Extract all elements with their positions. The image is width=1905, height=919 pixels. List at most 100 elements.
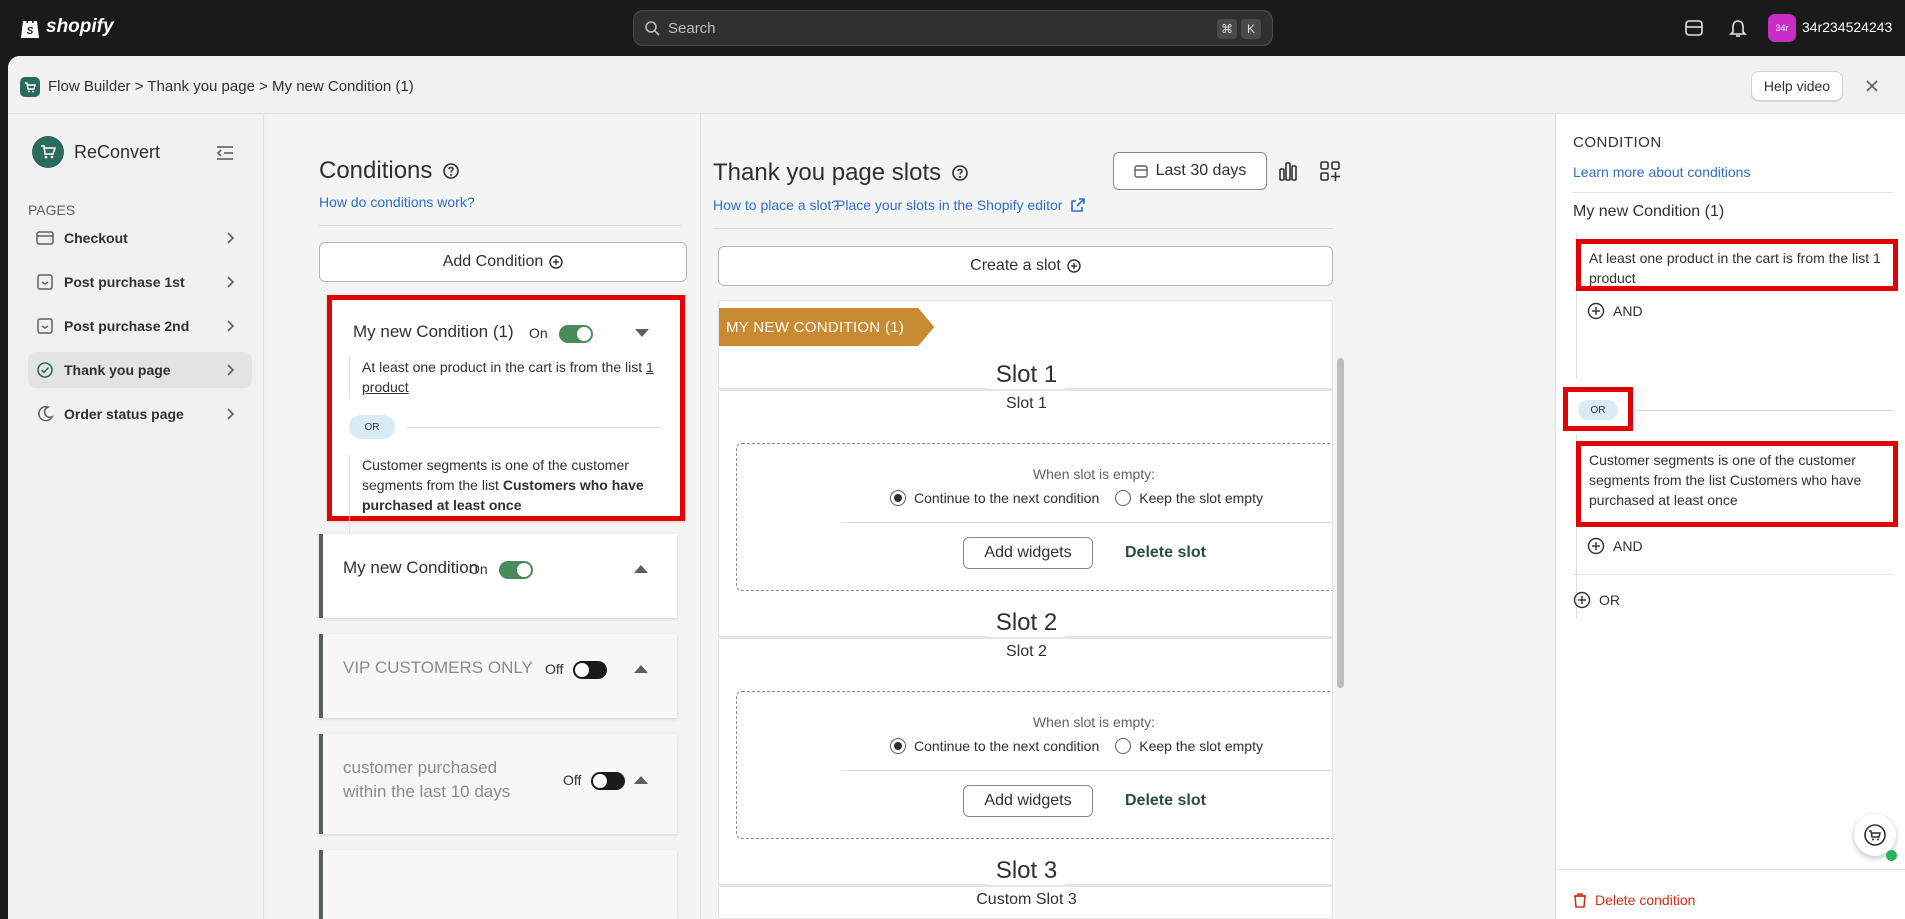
plus-circle-icon [1587, 302, 1605, 320]
toggle-knob [593, 774, 607, 788]
or-highlight: OR [1563, 387, 1633, 431]
search-input[interactable]: Search ⌘ K [633, 10, 1273, 46]
radio-keep-empty[interactable] [1115, 490, 1132, 506]
add-or-button[interactable]: OR [1573, 591, 1620, 609]
store-icon[interactable] [1683, 17, 1705, 39]
condition-card[interactable] [319, 850, 677, 919]
reconvert-logo-icon [32, 136, 64, 168]
sidebar: ReConvert PAGES Checkout Post purchase 1… [8, 114, 264, 919]
slots-scrollbar[interactable] [1337, 358, 1344, 688]
slot-subtitle: Slot 2 [1006, 643, 1047, 660]
delete-condition-button[interactable]: Delete condition [1573, 892, 1695, 908]
shopify-bag-icon: S [21, 17, 39, 38]
condition-toggle[interactable] [591, 772, 625, 790]
condition-state-label: On [529, 325, 548, 341]
condition-toggle[interactable] [559, 325, 593, 343]
add-widgets-button[interactable]: Add widgets [963, 537, 1093, 569]
divider [841, 770, 1332, 771]
empty-slot-options: Continue to the next condition Keep the … [890, 738, 1263, 754]
conditions-title-text: Conditions [319, 157, 433, 184]
question-circle-icon[interactable] [442, 162, 460, 180]
toggle-knob [517, 563, 531, 577]
cart-icon [1864, 824, 1886, 846]
add-and-button[interactable]: AND [1587, 537, 1643, 555]
slot-name: Slot 2 [987, 609, 1066, 637]
and-label: AND [1613, 303, 1643, 319]
slots-canvas: MY NEW CONDITION (1) Slot 1 Slot 1 When … [718, 300, 1333, 919]
create-slot-button[interactable]: Create a slot [718, 246, 1333, 286]
sidebar-item-order-status-page[interactable]: Order status page [28, 396, 252, 432]
condition-rule-2: Customer segments is one of the customer… [349, 455, 659, 537]
grid-plus-icon [1320, 161, 1340, 181]
analytics-button[interactable] [1269, 152, 1307, 190]
slot-box: When slot is empty: Continue to the next… [736, 691, 1332, 839]
store-name[interactable]: 34r234524243 [1802, 19, 1892, 35]
condition-toggle[interactable] [499, 561, 533, 579]
sidebar-item-label: Thank you page [64, 362, 171, 378]
how-conditions-work-link[interactable]: How do conditions work? [319, 194, 475, 210]
collapse-sidebar-icon[interactable] [215, 144, 235, 162]
reconvert-app-icon [20, 77, 40, 97]
delete-condition-label: Delete condition [1595, 892, 1696, 908]
search-placeholder: Search [668, 19, 716, 37]
radio-keep-empty-label: Keep the slot empty [1139, 738, 1263, 754]
sidebar-item-post-purchase-1st[interactable]: Post purchase 1st [28, 264, 252, 300]
slot-header: Slot 1 Slot 1 [719, 361, 1332, 412]
divider [1556, 869, 1905, 870]
sidebar-item-checkout[interactable]: Checkout [28, 220, 252, 256]
date-range-button[interactable]: Last 30 days [1113, 152, 1267, 190]
help-video-button[interactable]: Help video [1751, 71, 1843, 101]
slot-name: Slot 1 [987, 361, 1066, 389]
app-frame: Flow Builder > Thank you page > My new C… [8, 56, 1905, 919]
delete-slot-button[interactable]: Delete slot [1125, 792, 1206, 810]
add-condition-button[interactable]: Add Condition [319, 242, 687, 282]
expand-arrow-icon[interactable] [634, 565, 648, 573]
avatar[interactable]: 34r [1768, 14, 1796, 42]
condition-toggle[interactable] [573, 661, 607, 679]
plus-circle-icon [1587, 537, 1605, 555]
radio-keep-empty[interactable] [1115, 738, 1132, 754]
delete-slot-button[interactable]: Delete slot [1125, 544, 1206, 562]
chevron-right-icon [227, 408, 235, 420]
online-status-dot [1886, 850, 1897, 861]
pages-section-label: PAGES [28, 202, 76, 218]
expand-arrow-icon[interactable] [634, 665, 648, 673]
condition-card[interactable]: customer purchased within the last 10 da… [319, 734, 677, 834]
radio-continue[interactable] [890, 490, 906, 506]
add-widgets-button[interactable]: Add widgets [963, 785, 1093, 817]
bar-chart-icon [1279, 162, 1297, 181]
add-condition-label: Add Condition [442, 253, 544, 270]
expand-arrow-icon[interactable] [634, 776, 648, 784]
add-block-button[interactable] [1311, 152, 1349, 190]
condition-card[interactable]: My new Condition On [319, 534, 677, 618]
radio-continue[interactable] [890, 738, 906, 754]
condition-card-selected[interactable]: My new Condition (1) On At least one pro… [327, 295, 685, 537]
condition-panel-title: CONDITION [1573, 134, 1662, 151]
calendar-icon [1133, 165, 1148, 178]
shopify-logo[interactable]: S shopify [20, 15, 114, 39]
moon-icon [38, 405, 54, 422]
condition-card-title: VIP CUSTOMERS ONLY [343, 658, 533, 677]
and-label: AND [1613, 538, 1643, 554]
bell-icon[interactable] [1727, 17, 1749, 39]
condition-rule-2[interactable]: Customer segments is one of the customer… [1576, 441, 1898, 527]
condition-card[interactable]: VIP CUSTOMERS ONLY Off [319, 634, 677, 718]
collapse-arrow-icon[interactable] [635, 329, 649, 337]
condition-card-title: My new Condition (1) [353, 322, 514, 341]
condition-rule-1[interactable]: At least one product in the cart is from… [1576, 239, 1898, 291]
slot-subtitle: Custom Slot 3 [976, 891, 1077, 908]
shopify-editor-link[interactable]: Place your slots in the Shopify editor [836, 197, 1086, 213]
question-circle-icon[interactable] [951, 164, 969, 182]
divider [1573, 192, 1893, 193]
sidebar-item-thank-you-page[interactable]: Thank you page [28, 352, 252, 388]
learn-more-conditions-link[interactable]: Learn more about conditions [1573, 164, 1750, 180]
slots-panel: Thank you page slots How to place a slot… [701, 114, 1554, 919]
empty-slot-options: Continue to the next condition Keep the … [890, 490, 1263, 506]
how-to-place-slot-link[interactable]: How to place a slot? [713, 197, 839, 213]
sidebar-item-post-purchase-2nd[interactable]: Post purchase 2nd [28, 308, 252, 344]
app-header: Flow Builder > Thank you page > My new C… [8, 56, 1905, 114]
add-and-button[interactable]: AND [1587, 302, 1643, 320]
close-icon[interactable] [1863, 77, 1881, 95]
create-slot-label: Create a slot [970, 257, 1061, 274]
condition-rule-1: At least one product in the cart is from… [349, 357, 659, 399]
